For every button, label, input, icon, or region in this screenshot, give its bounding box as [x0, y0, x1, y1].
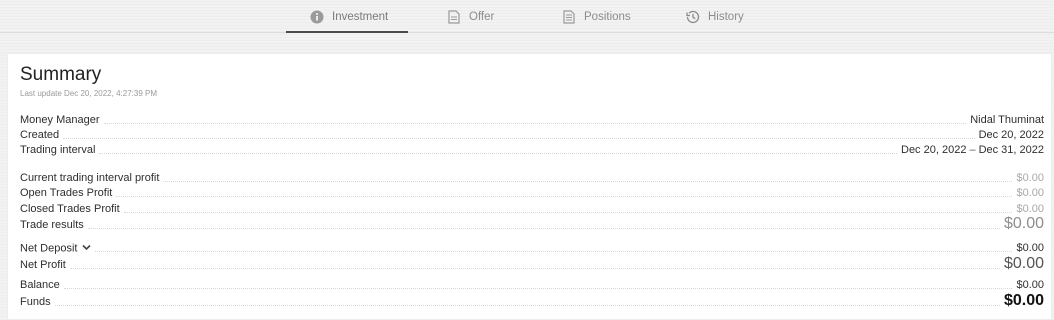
net-profit-value: $0.00 — [1003, 255, 1044, 272]
created-label: Created — [20, 129, 60, 141]
list-document-icon — [562, 9, 576, 24]
open-trades-row: Open Trades Profit $0.00 — [20, 187, 1044, 200]
interval-start: Dec 20, 2022 — [901, 144, 967, 156]
dotted-leader — [116, 196, 1013, 197]
net-deposit-label[interactable]: Net Deposit — [20, 242, 95, 255]
net-profit-row: Net Profit $0.00 — [20, 255, 1044, 272]
created-row: Created Dec 20, 2022 — [20, 129, 1044, 142]
tab-offer[interactable]: Offer — [447, 0, 494, 33]
created-value: Dec 20, 2022 — [978, 129, 1044, 141]
dotted-leader — [87, 228, 1000, 229]
current-profit-value: $0.00 — [1016, 172, 1044, 184]
net-deposit-value: $0.00 — [1016, 242, 1044, 255]
history-icon — [686, 10, 700, 24]
open-trades-label: Open Trades Profit — [20, 187, 113, 199]
net-deposit-text: Net Deposit — [20, 242, 78, 255]
dotted-leader — [163, 181, 1013, 182]
tab-history-label: History — [708, 10, 744, 23]
funds-row: Funds $0.00 — [20, 292, 1044, 309]
tab-bar: Investment Offer Positions History — [0, 0, 1054, 33]
document-icon — [447, 9, 461, 24]
dotted-leader — [103, 123, 967, 124]
trading-interval-value: Dec 20, 2022– Dec 31, 2022 — [897, 144, 1044, 157]
dotted-leader — [63, 138, 975, 139]
trading-interval-label: Trading interval — [20, 144, 96, 156]
net-deposit-row[interactable]: Net Deposit $0.00 — [20, 242, 1044, 255]
last-update-text: Last update Dec 20, 2022, 4:27:39 PM — [20, 89, 157, 98]
summary-card: Summary Last update Dec 20, 2022, 4:27:3… — [7, 53, 1052, 320]
dotted-leader — [99, 153, 897, 154]
info-icon — [310, 10, 324, 24]
tab-positions-label: Positions — [584, 10, 631, 23]
dotted-leader — [69, 268, 1000, 269]
current-profit-row: Current trading interval profit $0.00 — [20, 172, 1044, 185]
dotted-leader — [54, 305, 1000, 306]
interval-end: Dec 31, 2022 — [978, 144, 1044, 156]
trade-results-row: Trade results $0.00 — [20, 215, 1044, 232]
trading-interval-row: Trading interval Dec 20, 2022– Dec 31, 20… — [20, 144, 1044, 157]
money-manager-row: Money Manager Nidal Thuminat — [20, 114, 1044, 127]
money-manager-label: Money Manager — [20, 114, 100, 126]
tab-positions[interactable]: Positions — [562, 0, 631, 33]
balance-value: $0.00 — [1016, 279, 1044, 291]
dotted-leader — [63, 288, 1013, 289]
balance-label: Balance — [20, 279, 60, 291]
funds-value: $0.00 — [1003, 292, 1044, 309]
active-tab-indicator — [286, 31, 408, 33]
dotted-leader — [95, 251, 1013, 253]
net-profit-label: Net Profit — [20, 259, 66, 271]
trade-results-value: $0.00 — [1003, 215, 1044, 232]
open-trades-value: $0.00 — [1016, 187, 1044, 199]
trade-results-label: Trade results — [20, 219, 84, 231]
tab-history[interactable]: History — [686, 0, 744, 33]
tab-investment-label: Investment — [332, 10, 389, 23]
tab-investment[interactable]: Investment — [310, 0, 388, 33]
balance-row: Balance $0.00 — [20, 279, 1044, 292]
range-separator: – — [969, 144, 976, 156]
tab-offer-label: Offer — [469, 10, 495, 23]
current-profit-label: Current trading interval profit — [20, 172, 160, 184]
chevron-down-icon[interactable] — [82, 242, 92, 255]
page-title: Summary — [20, 64, 102, 85]
funds-label: Funds — [20, 296, 51, 308]
dotted-leader — [123, 212, 1013, 213]
money-manager-value: Nidal Thuminat — [970, 114, 1044, 126]
